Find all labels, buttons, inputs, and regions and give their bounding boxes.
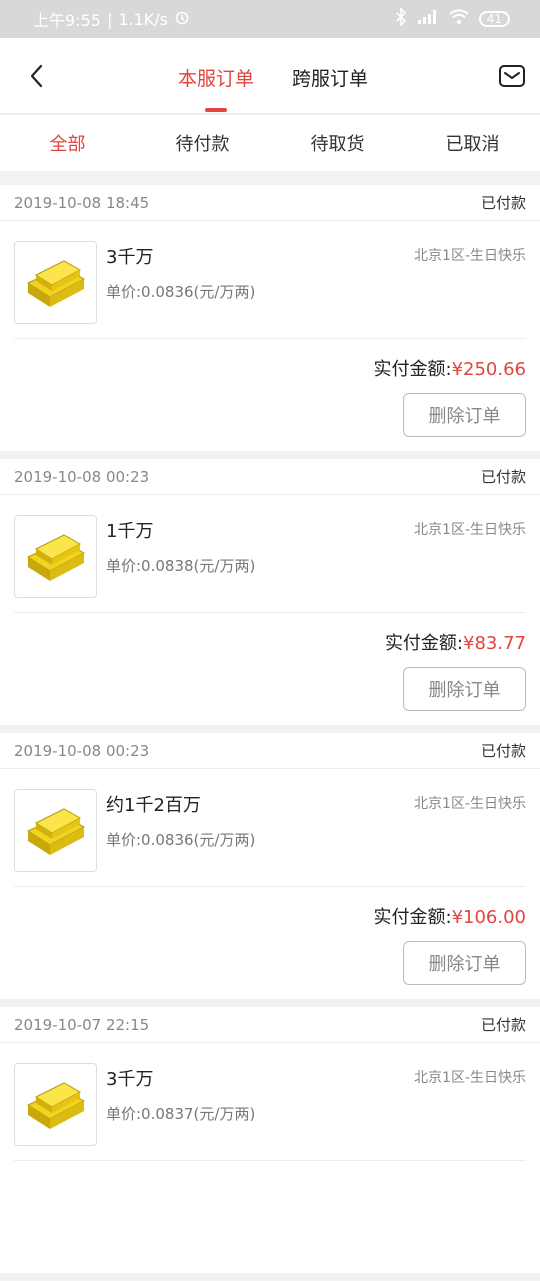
order-time: 2019-10-08 00:23 [14,467,150,486]
unit-price: 单价:0.0837(元/万两) [106,1105,256,1123]
alarm-icon [174,9,190,29]
order-card[interactable]: 2019-10-07 22:15 已付款 3千万 单价:0.0837(元/万两)… [0,1007,540,1273]
tab-local-orders[interactable]: 本服订单 [178,64,254,91]
wifi-icon [449,9,469,29]
order-status: 已付款 [480,194,526,212]
order-list: 2019-10-08 18:45 已付款 3千万 单价:0.0836(元/万两)… [0,185,540,1281]
tab-all[interactable]: 全部 [0,115,135,171]
product-name: 3千万 [106,1069,154,1090]
gold-bars-image [14,241,97,324]
server-name: 北京1区-生日快乐 [414,796,526,812]
active-tab-indicator [205,108,227,112]
paid-amount: ¥106.00 [451,907,526,928]
tab-cancelled[interactable]: 已取消 [405,115,540,171]
unit-price: 单价:0.0836(元/万两) [106,283,256,301]
paid-total: 实付金额:¥83.77 [384,633,526,654]
order-card[interactable]: 2019-10-08 00:23 已付款 1千万 单价:0.0838(元/万两)… [0,459,540,725]
status-time: 上午9:55 [33,11,101,30]
paid-total: 实付金额:¥250.66 [373,359,526,380]
mail-button[interactable] [498,64,526,88]
status-speed: 1.1K/s [118,9,168,29]
tab-pending-pickup[interactable]: 待取货 [270,115,405,171]
server-name: 北京1区-生日快乐 [414,248,526,264]
order-card[interactable]: 2019-10-08 18:45 已付款 3千万 单价:0.0836(元/万两)… [0,185,540,451]
paid-amount: ¥250.66 [451,359,526,380]
server-name: 北京1区-生日快乐 [414,522,526,538]
delete-order-button[interactable]: 删除订单 [403,393,526,437]
gold-bars-image [14,515,97,598]
product-name: 3千万 [106,247,154,268]
bluetooth-icon [395,7,407,30]
order-card[interactable]: 2019-10-08 00:23 已付款 约1千2百万 单价:0.0836(元/… [0,733,540,999]
order-time: 2019-10-08 18:45 [14,193,150,212]
order-status: 已付款 [480,468,526,486]
signal-icon [417,9,439,29]
tab-pending-payment[interactable]: 待付款 [135,115,270,171]
paid-total: 实付金额:¥106.00 [373,907,526,928]
order-time: 2019-10-08 00:23 [14,741,150,760]
gold-bars-image [14,1063,97,1146]
mail-icon [499,65,525,87]
unit-price: 单价:0.0838(元/万两) [106,557,256,575]
order-time: 2019-10-07 22:15 [14,1015,150,1034]
order-status: 已付款 [480,742,526,760]
product-name: 1千万 [106,521,154,542]
paid-amount: ¥83.77 [463,633,526,654]
product-name: 约1千2百万 [106,795,201,816]
tab-cross-server-orders[interactable]: 跨服订单 [292,64,368,91]
unit-price: 单价:0.0836(元/万两) [106,831,256,849]
header: 本服订单 跨服订单 [0,38,540,114]
gold-bars-image [14,789,97,872]
battery-icon: 41 [478,11,510,27]
order-type-tabs: 本服订单 跨服订单 [0,38,540,114]
order-status: 已付款 [480,1016,526,1034]
server-name: 北京1区-生日快乐 [414,1070,526,1086]
status-filter-tabs: 全部 待付款 待取货 已取消 [0,115,540,171]
status-bar: 上午9:55 | 1.1K/s 41 [0,0,540,38]
delete-order-button[interactable]: 删除订单 [403,941,526,985]
delete-order-button[interactable]: 删除订单 [403,667,526,711]
